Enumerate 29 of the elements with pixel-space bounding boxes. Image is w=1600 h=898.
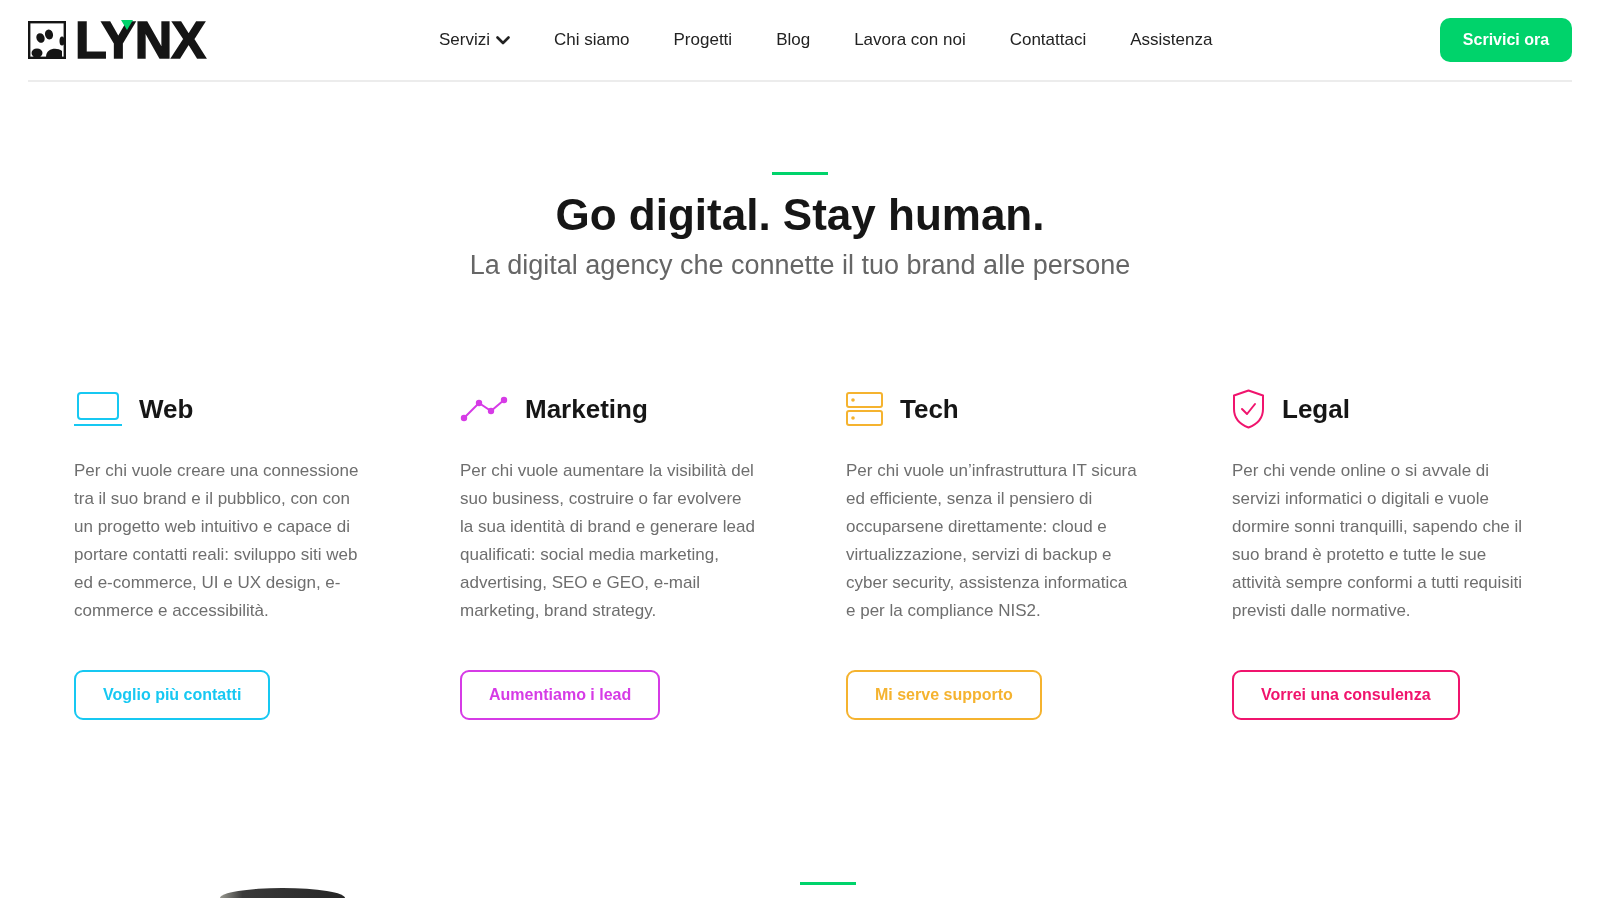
service-button[interactable]: Aumentiamo i lead xyxy=(460,670,661,720)
hero-title: Go digital. Stay human. xyxy=(555,189,1045,241)
shield-check-icon xyxy=(1232,389,1265,429)
service-title: Tech xyxy=(900,393,959,425)
service-title: Legal xyxy=(1282,393,1350,425)
accent-line xyxy=(772,172,828,175)
service-description: Per chi vuole aumentare la visibilità del suo business, costruire o far evolvere la sua identità di brand e generare lead qualificati: social media marketing, advertising, SEO e GEO, e-mail marketing, brand strategy. xyxy=(460,460,755,622)
nav-link[interactable]: Contattaci xyxy=(1009,30,1087,50)
service-button[interactable]: Vorrei una consulenza xyxy=(1232,670,1460,720)
hero-subtitle: La digital agency che connette il tuo brand alle persone xyxy=(469,249,1131,282)
service-description: Per chi vende online o si avvale di servizi informatici o digitali e vuole dormire sonni tranquilli, sapendo che il suo brand è protetto e tutte le sue attività sempre conformi a tutti requisiti previsti dalle normative. xyxy=(1232,460,1524,622)
nav-link[interactable]: Assistenza xyxy=(1130,30,1213,50)
nav-link[interactable]: Progetti xyxy=(673,30,733,50)
nav-link[interactable]: Servizi xyxy=(438,30,510,50)
server-icon xyxy=(846,392,883,426)
chevron-down-icon[interactable] xyxy=(495,35,510,45)
service-title: Web xyxy=(139,393,194,425)
nav-link[interactable]: Chi siamo xyxy=(553,30,630,50)
service-description: Per chi vuole un’infrastruttura IT sicura ed efficiente, senza il pensiero di occuparsene direttamente: cloud e virtualizzazione, servizi di backup e cyber security, assistenza informatica e per la compliance NIS2. xyxy=(846,460,1138,622)
paw-icon xyxy=(28,21,66,59)
triangle-icon xyxy=(121,20,133,30)
line-chart-icon xyxy=(460,396,508,422)
nav-link[interactable]: Lavora con noi xyxy=(854,30,966,50)
service-description: Per chi vuole creare una connessione tra il suo brand e il pubblico, con con un progetto web intuitivo e capace di portare contatti reali: sviluppo siti web ed e-commerce, UI e UX design, e-commerce e accessibilità. xyxy=(74,460,360,622)
accent-line xyxy=(800,882,856,885)
laptop-icon xyxy=(74,392,122,426)
nav-link[interactable]: Blog xyxy=(776,30,811,50)
service-title: Marketing xyxy=(525,393,648,425)
logo-text[interactable]: LYNX xyxy=(75,20,205,60)
